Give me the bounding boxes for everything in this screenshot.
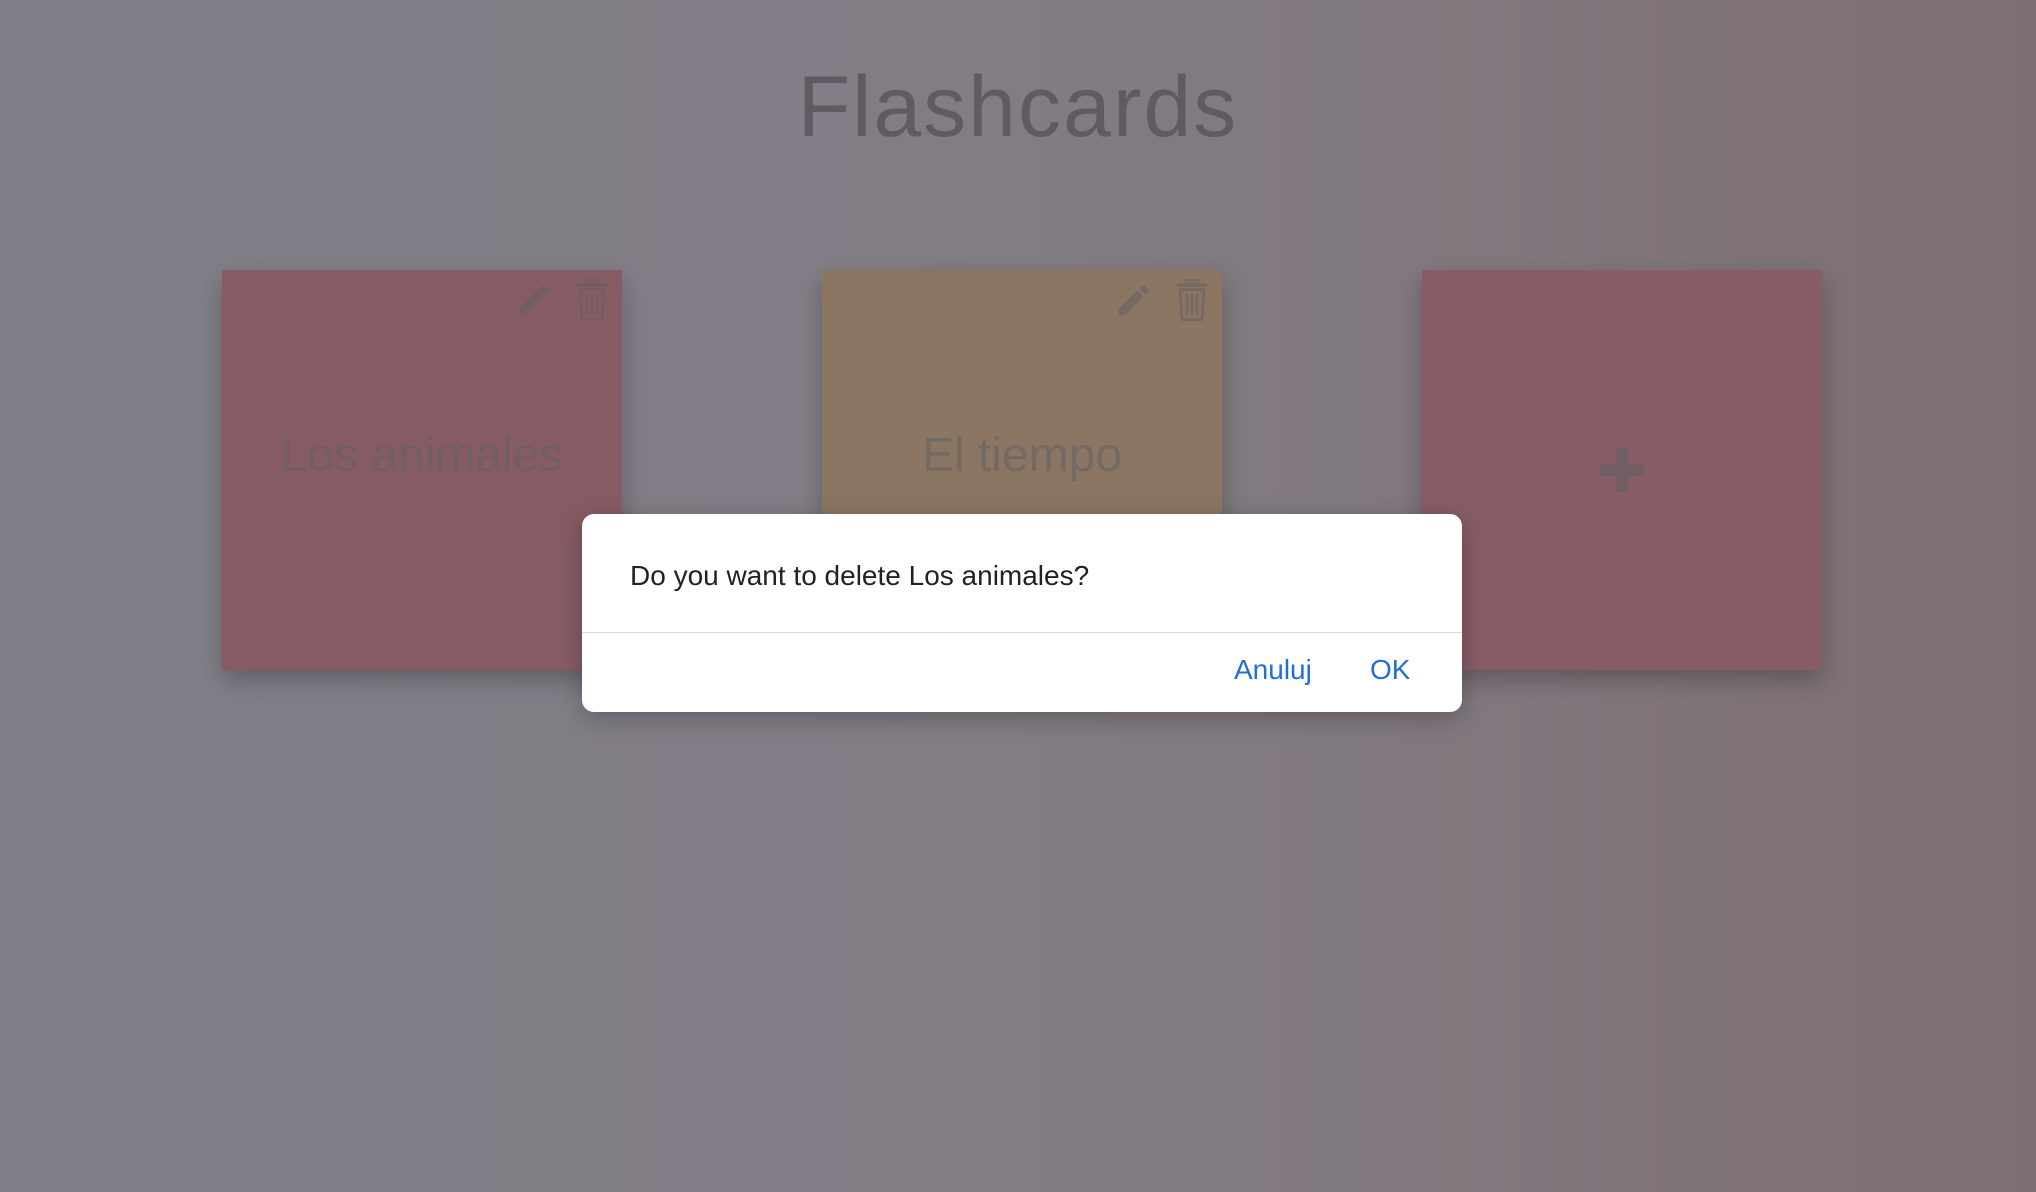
ok-button[interactable]: OK xyxy=(1370,654,1410,686)
cancel-button[interactable]: Anuluj xyxy=(1234,654,1312,686)
dialog-message: Do you want to delete Los animales? xyxy=(630,560,1090,591)
dialog-divider xyxy=(582,632,1462,633)
confirm-delete-dialog: Do you want to delete Los animales? Anul… xyxy=(582,514,1462,712)
